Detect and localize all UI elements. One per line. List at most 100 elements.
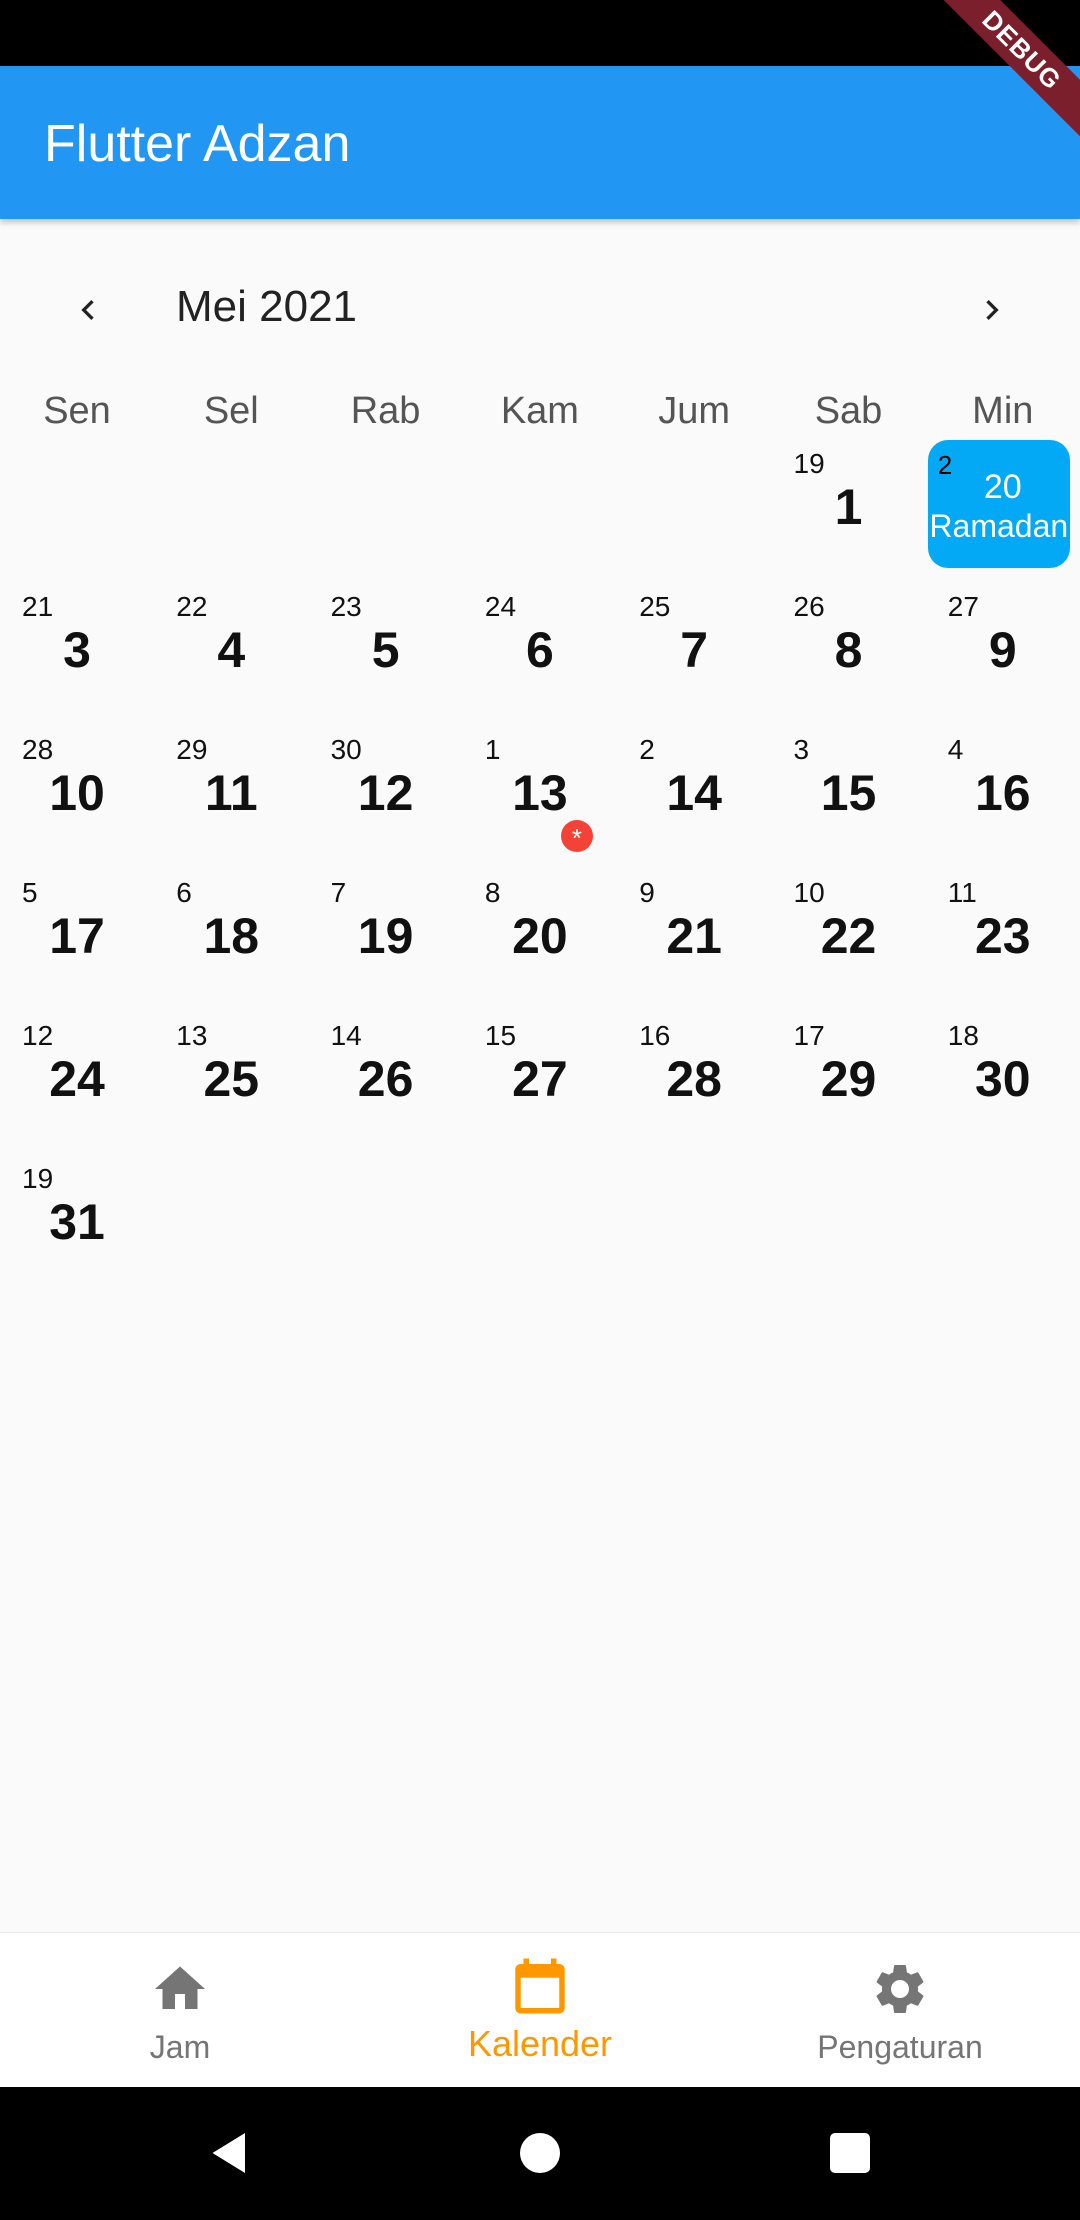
event-marker: * xyxy=(560,820,593,853)
weekday-label: Rab xyxy=(350,390,421,432)
calendar-day[interactable]: 9 21 xyxy=(617,867,771,1007)
calendar-day[interactable]: 18 30 xyxy=(926,1010,1080,1150)
calendar-day[interactable]: 30 12 xyxy=(309,724,463,864)
hijri-date: 8 xyxy=(484,877,501,908)
hijri-date: 7 xyxy=(330,877,347,908)
calendar-day[interactable]: 29 11 xyxy=(154,724,308,864)
hijri-date: 4 xyxy=(947,734,964,765)
gregorian-date: 29 xyxy=(820,1051,877,1107)
calendar-day[interactable]: 10 22 xyxy=(772,867,926,1007)
gregorian-date: 13 xyxy=(512,765,568,821)
hijri-date: 18 xyxy=(947,1020,979,1051)
nav-label-kalender: Kalender xyxy=(467,2023,613,2064)
hijri-date: 9 xyxy=(639,877,655,908)
hijri-date: 22 xyxy=(176,591,208,622)
debug-label: DEBUG xyxy=(923,0,1080,149)
calendar-day[interactable]: 24 6 xyxy=(463,581,617,721)
gregorian-date: 5 xyxy=(371,622,400,678)
hijri-date: 2 xyxy=(639,734,655,765)
bottom-navigation: Jam Kalender Pengaturan xyxy=(0,1932,1080,2088)
calendar-day[interactable]: 7 19 xyxy=(309,867,463,1007)
event-label: Ramadan xyxy=(929,508,1069,544)
system-navigation-bar xyxy=(0,2087,1080,2220)
nav-item-pengaturan[interactable]: Pengaturan xyxy=(720,1933,1080,2088)
gregorian-date: 6 xyxy=(525,622,554,678)
weekday-label: Kam xyxy=(500,390,579,432)
calendar-day[interactable]: 15 27 xyxy=(463,1010,617,1150)
hijri-date: 5 xyxy=(22,877,38,908)
previous-month-button[interactable] xyxy=(58,280,118,340)
weekday-label: Sen xyxy=(43,390,111,432)
app-bar: Flutter Adzan xyxy=(0,66,1080,219)
calendar-day[interactable]: 21 3 xyxy=(0,581,154,721)
calendar-day[interactable]: 17 29 xyxy=(772,1010,926,1150)
calendar-day[interactable]: 19 1 xyxy=(772,438,926,578)
calendar-day[interactable]: 3 15 xyxy=(772,724,926,864)
calendar-day[interactable]: 8 20 xyxy=(463,867,617,1007)
calendar-day[interactable]: 19 31 xyxy=(0,1153,154,1293)
hijri-date: 23 xyxy=(330,591,362,622)
weekday-label: Jum xyxy=(658,390,731,432)
calendar-day[interactable]: 22 4 xyxy=(154,581,308,721)
hijri-date: 17 xyxy=(793,1020,825,1051)
calendar-day[interactable]: 27 9 xyxy=(926,581,1080,721)
weekday-label: Sel xyxy=(203,390,259,432)
nav-label-pengaturan: Pengaturan xyxy=(817,2029,983,2065)
gregorian-date: 23 xyxy=(974,908,1031,964)
gregorian-date: 15 xyxy=(820,765,877,821)
debug-banner: DEBUG xyxy=(920,0,1080,160)
gregorian-date: 7 xyxy=(680,622,709,678)
calendar-day[interactable]: 11 23 xyxy=(926,867,1080,1007)
gregorian-date: 17 xyxy=(49,908,105,964)
gregorian-date: 20 xyxy=(512,908,568,964)
calendar-day[interactable]: 5 17 xyxy=(0,867,154,1007)
hijri-date: 15 xyxy=(484,1020,517,1051)
gregorian-date: 4 xyxy=(217,622,246,678)
hijri-date: 16 xyxy=(639,1020,671,1051)
status-bar xyxy=(0,0,1080,66)
chevron-right-icon xyxy=(986,300,999,320)
calendar-day-selected[interactable]: 2 20 Ramadan xyxy=(926,438,1080,578)
calendar-day[interactable]: 6 18 xyxy=(154,867,308,1007)
calendar-day[interactable]: 16 28 xyxy=(617,1010,771,1150)
nav-label-jam: Jam xyxy=(149,2029,211,2065)
calendar-day[interactable]: 12 24 xyxy=(0,1010,154,1150)
calendar-day[interactable]: 28 10 xyxy=(0,724,154,864)
gregorian-date: 12 xyxy=(357,765,414,821)
gregorian-date: 27 xyxy=(512,1051,568,1107)
weekday-label: Min xyxy=(972,390,1034,432)
hijri-date: 27 xyxy=(947,591,979,622)
hijri-date: 29 xyxy=(176,734,208,765)
hijri-date: 14 xyxy=(330,1020,362,1051)
calendar-day[interactable]: 23 5 xyxy=(309,581,463,721)
calendar-day[interactable]: 26 8 xyxy=(772,581,926,721)
calendar-day[interactable]: 13 25 xyxy=(154,1010,308,1150)
calendar-day[interactable]: 2 14 xyxy=(617,724,771,864)
month-title: Mei 2021 xyxy=(176,282,358,331)
calendar-day[interactable]: 25 7 xyxy=(617,581,771,721)
hijri-date: 1 xyxy=(484,734,501,765)
home-icon xyxy=(155,1966,205,2009)
back-icon[interactable] xyxy=(200,2123,260,2183)
gregorian-date: 24 xyxy=(49,1051,105,1107)
calendar-day[interactable]: 1 13 * xyxy=(463,724,617,864)
next-month-button[interactable] xyxy=(962,280,1022,340)
gregorian-date: 8 xyxy=(834,622,863,678)
nav-item-jam[interactable]: Jam xyxy=(0,1933,360,2088)
gregorian-date: 10 xyxy=(49,765,105,821)
hijri-date: 12 xyxy=(22,1020,54,1051)
gregorian-date: 16 xyxy=(974,765,1031,821)
calendar-day[interactable]: 4 16 xyxy=(926,724,1080,864)
home-circle-icon[interactable] xyxy=(510,2123,570,2183)
recents-icon[interactable] xyxy=(820,2123,880,2183)
nav-item-kalender[interactable]: Kalender xyxy=(360,1933,720,2088)
hijri-date: 13 xyxy=(176,1020,208,1051)
hijri-date: 30 xyxy=(330,734,362,765)
hijri-date: 24 xyxy=(484,591,517,622)
gregorian-date: 18 xyxy=(203,908,260,964)
gregorian-date: 11 xyxy=(204,765,258,821)
gregorian-date: 25 xyxy=(203,1051,260,1107)
month-header: Mei 2021 xyxy=(0,270,1080,350)
hijri-date: 21 xyxy=(22,591,54,622)
calendar-day[interactable]: 14 26 xyxy=(309,1010,463,1150)
